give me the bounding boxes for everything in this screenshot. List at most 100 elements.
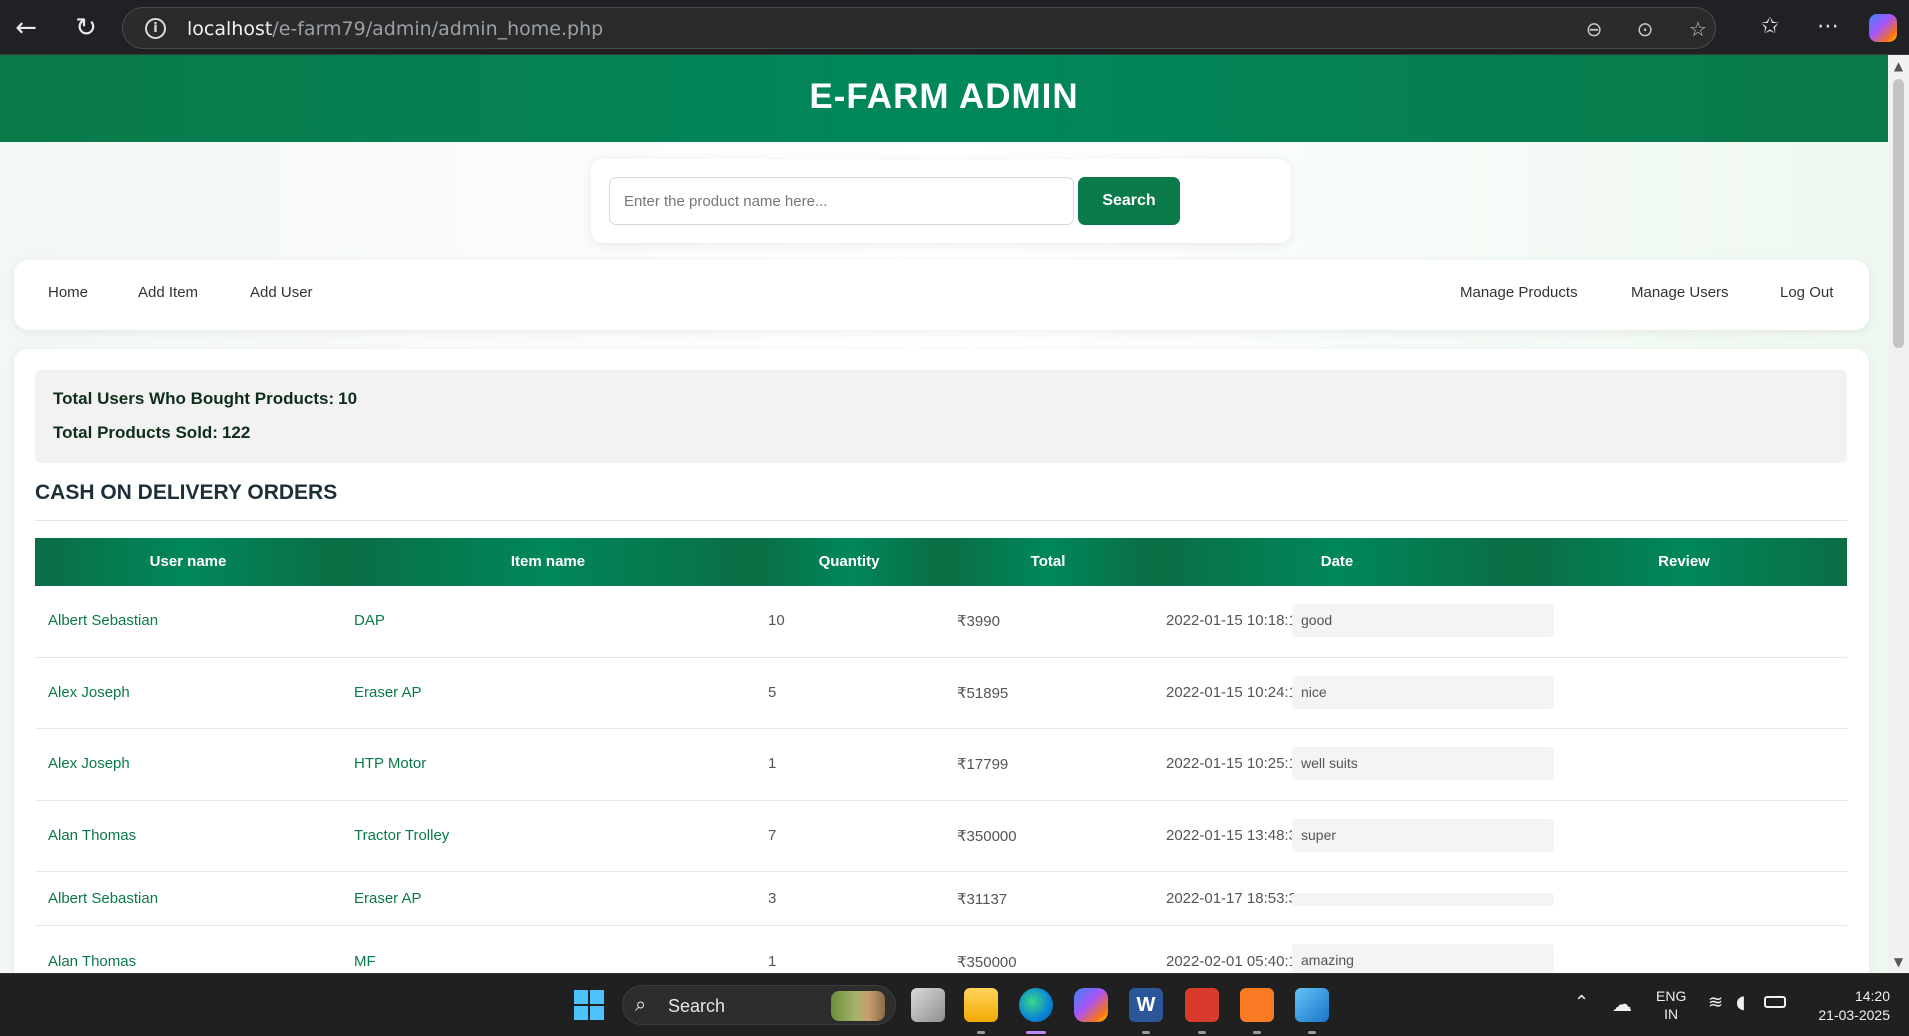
more-icon[interactable]: ⋯	[1813, 12, 1843, 42]
taskbar-search-label: Search	[668, 996, 726, 1016]
user-name-link[interactable]: Alan Thomas	[48, 953, 136, 970]
browser-toolbar: ← ↻ i localhost/e-farm79/admin/admin_hom…	[0, 0, 1909, 55]
item-name-link[interactable]: Tractor Trolley	[354, 827, 449, 844]
date-cell: 2022-01-15 10:25:10	[1166, 755, 1306, 772]
wifi-icon[interactable]: ≋	[1708, 992, 1723, 1013]
review-cell: good	[1292, 604, 1554, 637]
battery-icon[interactable]	[1764, 996, 1786, 1008]
refresh-icon[interactable]: ↻	[68, 10, 104, 46]
column-header: Total	[943, 538, 1153, 586]
scroll-up-icon[interactable]: ▲	[1892, 59, 1905, 73]
taskbar: ⌕ Search W ⌃ ☁ ENG IN ≋ ◖ 14:20 21-03-20…	[0, 973, 1909, 1036]
site-header: E-FARM ADMIN	[0, 55, 1888, 142]
taskbar-search[interactable]: ⌕ Search	[622, 985, 896, 1025]
onedrive-cloud-icon[interactable]: ☁	[1612, 992, 1632, 1016]
running-indicator	[977, 1031, 985, 1034]
nav-manage-users[interactable]: Manage Users	[1631, 284, 1729, 301]
date-cell: 2022-01-15 13:48:30	[1166, 827, 1306, 844]
search-highlight-image	[831, 991, 885, 1021]
table-row: Alan Thomas MF 1 ₹350000 2022-02-01 05:4…	[35, 926, 1847, 973]
item-name-link[interactable]: MF	[354, 953, 376, 970]
column-header: Item name	[341, 538, 755, 586]
quantity-cell: 1	[768, 755, 777, 772]
page-scrollbar[interactable]: ▲ ▼	[1888, 55, 1909, 973]
user-name-link[interactable]: Albert Sebastian	[48, 890, 158, 907]
total-cell: ₹17799	[957, 756, 1009, 773]
nav-manage-products[interactable]: Manage Products	[1460, 284, 1578, 301]
item-name-link[interactable]: Eraser AP	[354, 890, 422, 907]
item-name-link[interactable]: Eraser AP	[354, 684, 422, 701]
xampp-icon[interactable]	[1240, 988, 1274, 1022]
user-name-link[interactable]: Albert Sebastian	[48, 612, 158, 629]
file-explorer-icon[interactable]	[964, 988, 998, 1022]
main-nav: Home Add Item Add User Manage Products M…	[14, 260, 1869, 330]
item-name-link[interactable]: DAP	[354, 612, 385, 629]
user-name-link[interactable]: Alex Joseph	[48, 755, 130, 772]
table-row: Albert Sebastian DAP 10 ₹3990 2022-01-15…	[35, 586, 1847, 658]
review-cell: nice	[1292, 676, 1554, 709]
site-title: E-FARM ADMIN	[809, 77, 1079, 116]
running-indicator	[1253, 1031, 1261, 1034]
nav-home[interactable]: Home	[48, 284, 88, 301]
back-arrow-icon[interactable]: ←	[8, 10, 44, 46]
table-row: Alex Joseph HTP Motor 1 ₹17799 2022-01-1…	[35, 729, 1847, 801]
paint-icon[interactable]	[1295, 988, 1329, 1022]
stat-users: Total Users Who Bought Products: 10	[53, 389, 358, 408]
favorite-star-icon[interactable]: ☆	[1684, 15, 1712, 43]
review-cell: well suits	[1292, 747, 1554, 780]
nav-add-item[interactable]: Add Item	[138, 284, 198, 301]
scroll-down-icon[interactable]: ▼	[1892, 955, 1905, 969]
column-header: User name	[35, 538, 341, 586]
date-cell: 2022-02-01 05:40:10	[1166, 953, 1306, 970]
address-bar[interactable]: i localhost/e-farm79/admin/admin_home.ph…	[122, 7, 1716, 49]
copilot-icon[interactable]	[1074, 988, 1108, 1022]
zoom-out-icon[interactable]: ⊖	[1580, 15, 1608, 43]
scroll-thumb[interactable]	[1893, 79, 1904, 348]
quantity-cell: 10	[768, 612, 785, 629]
language-indicator[interactable]: ENG IN	[1656, 987, 1686, 1023]
windows-start-icon[interactable]	[573, 989, 605, 1021]
user-name-link[interactable]: Alan Thomas	[48, 827, 136, 844]
task-view-icon[interactable]	[911, 988, 945, 1022]
volume-icon[interactable]: ◖	[1736, 992, 1745, 1013]
item-name-link[interactable]: HTP Motor	[354, 755, 426, 772]
clock[interactable]: 14:20 21-03-2025	[1806, 987, 1890, 1025]
nav-add-user[interactable]: Add User	[250, 284, 313, 301]
date-cell: 2022-01-15 10:18:10	[1166, 612, 1306, 629]
copilot-icon[interactable]	[1869, 14, 1897, 42]
chevron-up-icon[interactable]: ⌃	[1574, 992, 1589, 1013]
quantity-cell: 7	[768, 827, 777, 844]
running-indicator	[1308, 1031, 1316, 1034]
search-icon: ⌕	[635, 992, 647, 1016]
search-input[interactable]	[609, 177, 1074, 225]
table-row: Alan Thomas Tractor Trolley 7 ₹350000 20…	[35, 801, 1847, 872]
active-indicator	[1026, 1031, 1046, 1034]
info-icon[interactable]: i	[145, 18, 166, 39]
section-title: CASH ON DELIVERY ORDERS	[35, 481, 338, 504]
search-card: Search	[591, 159, 1291, 243]
favorites-icon[interactable]: ✩	[1755, 12, 1785, 42]
divider	[35, 520, 1847, 521]
total-cell: ₹3990	[957, 613, 1000, 630]
column-header: Review	[1521, 538, 1847, 586]
edge-icon[interactable]	[1019, 988, 1053, 1022]
user-name-link[interactable]: Alex Joseph	[48, 684, 130, 701]
word-icon[interactable]: W	[1129, 988, 1163, 1022]
app-red-icon[interactable]	[1185, 988, 1219, 1022]
nav-log-out[interactable]: Log Out	[1780, 284, 1833, 301]
table-row: Alex Joseph Eraser AP 5 ₹51895 2022-01-1…	[35, 658, 1847, 729]
total-cell: ₹350000	[957, 954, 1017, 971]
date-cell: 2022-01-17 18:53:36	[1166, 890, 1306, 907]
column-header: Date	[1153, 538, 1521, 586]
url-text[interactable]: localhost/e-farm79/admin/admin_home.php	[187, 18, 603, 40]
quantity-cell: 1	[768, 953, 777, 970]
quantity-cell: 3	[768, 890, 777, 907]
table-row: Albert Sebastian Eraser AP 3 ₹31137 2022…	[35, 872, 1847, 926]
search-button[interactable]: Search	[1078, 177, 1180, 225]
date-cell: 2022-01-15 10:24:11	[1166, 684, 1305, 701]
review-cell	[1292, 893, 1554, 906]
total-cell: ₹31137	[957, 891, 1008, 908]
total-cell: ₹350000	[957, 828, 1017, 845]
table-header: User name Item name Quantity Total Date …	[35, 538, 1847, 586]
reader-icon[interactable]: ⊙	[1631, 15, 1659, 43]
